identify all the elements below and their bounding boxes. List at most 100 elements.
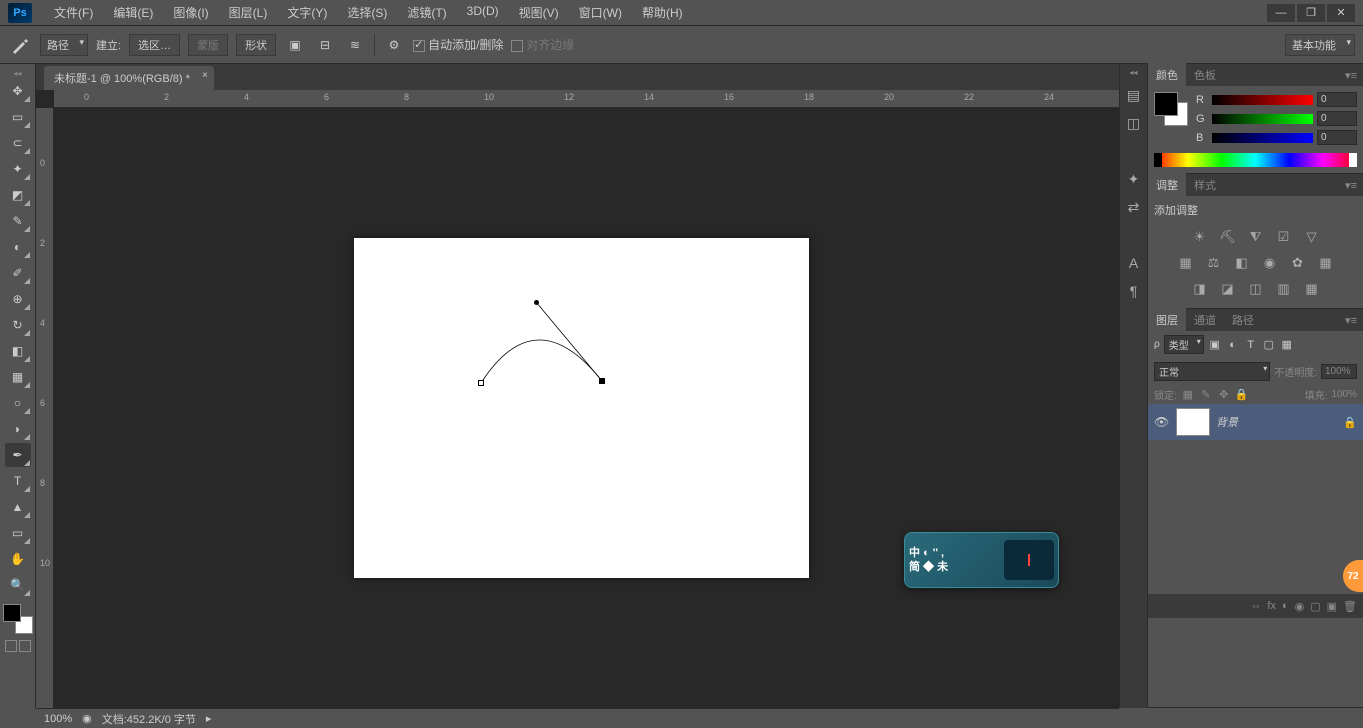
ruler-vertical[interactable]: 0246810 (36, 108, 54, 708)
zoom-level[interactable]: 100% (44, 713, 72, 725)
shape-button[interactable]: 形状 (236, 34, 276, 56)
layer-thumbnail[interactable] (1176, 408, 1210, 436)
canvas-area[interactable]: 中 ◐ '' ,简 ◆ 未 (54, 108, 1119, 708)
blend-mode-dropdown[interactable]: 正常 (1154, 362, 1270, 381)
heal-tool[interactable]: ◐ (5, 235, 31, 259)
panel-menu-icon[interactable]: ▾≡ (1339, 69, 1363, 82)
properties-dock-icon[interactable]: ◫ (1124, 113, 1144, 133)
history-brush-tool[interactable]: ↻ (5, 313, 31, 337)
preview-icon[interactable]: ◉ (82, 712, 92, 725)
group-icon[interactable]: ▢ (1310, 600, 1320, 613)
lookup-icon[interactable]: ▦ (1316, 254, 1336, 272)
tab-close-icon[interactable]: × (202, 70, 208, 81)
trash-icon[interactable]: 🗑 (1343, 600, 1357, 613)
menu-item[interactable]: 窗口(W) (569, 4, 632, 21)
selection-button[interactable]: 选区… (129, 34, 180, 56)
lock-pixel-icon[interactable]: ✎ (1199, 388, 1213, 402)
menu-item[interactable]: 3D(D) (457, 4, 509, 21)
new-layer-icon[interactable]: ▣ (1327, 600, 1337, 613)
menu-item[interactable]: 视图(V) (509, 4, 569, 21)
spectrum-bar[interactable] (1154, 153, 1357, 167)
maximize-button[interactable]: ❐ (1297, 4, 1325, 22)
mask-icon[interactable]: ◐ (1282, 600, 1289, 612)
stamp-tool[interactable]: ⊕ (5, 287, 31, 311)
close-button[interactable]: ✕ (1327, 4, 1355, 22)
filter-type-dropdown[interactable]: 类型 (1164, 335, 1204, 354)
ruler-horizontal[interactable]: 024681012141618202224 (54, 90, 1119, 108)
styles-tab[interactable]: 样式 (1186, 173, 1224, 197)
quickmask-mode[interactable] (19, 640, 31, 652)
eyedropper-tool[interactable]: ✎ (5, 209, 31, 233)
anchor-point[interactable] (478, 380, 484, 386)
r-slider[interactable] (1212, 95, 1313, 105)
hand-tool[interactable]: ✋ (5, 547, 31, 571)
visibility-icon[interactable]: 👁 (1154, 415, 1170, 429)
wand-tool[interactable]: ✦ (5, 157, 31, 181)
canvas[interactable] (354, 238, 809, 578)
b-input[interactable]: 0 (1317, 130, 1357, 145)
panel-menu-icon[interactable]: ▾≡ (1339, 314, 1363, 327)
type-tool[interactable]: T (5, 469, 31, 493)
type-dock-icon[interactable]: A (1124, 253, 1144, 273)
menu-item[interactable]: 帮助(H) (632, 4, 693, 21)
paragraph-dock-icon[interactable]: ⇄ (1124, 197, 1144, 217)
eraser-tool[interactable]: ◧ (5, 339, 31, 363)
mask-button[interactable]: 蒙版 (188, 34, 228, 56)
menu-item[interactable]: 图层(L) (219, 4, 278, 21)
path-align-icon[interactable]: ⊟ (314, 34, 336, 56)
path-combine-icon[interactable]: ▣ (284, 34, 306, 56)
para-dock-icon[interactable]: ¶ (1124, 281, 1144, 301)
filter-pixel-icon[interactable]: ▣ (1208, 338, 1222, 352)
threshold-icon[interactable]: ◫ (1246, 280, 1266, 298)
path-arrange-icon[interactable]: ≋ (344, 34, 366, 56)
posterize-icon[interactable]: ◪ (1218, 280, 1238, 298)
menu-item[interactable]: 选择(S) (337, 4, 397, 21)
channels-tab[interactable]: 通道 (1186, 308, 1224, 332)
auto-add-checkbox[interactable]: 自动添加/删除 (413, 36, 503, 53)
anchor-point-selected[interactable] (599, 378, 605, 384)
filter-adjust-icon[interactable]: ◐ (1226, 338, 1240, 352)
lasso-tool[interactable]: ⊂ (5, 131, 31, 155)
link-layers-icon[interactable]: ⇔ (1250, 600, 1261, 612)
toolbox-collapse[interactable]: ◂◂ (0, 68, 35, 78)
adjustments-tab[interactable]: 调整 (1148, 173, 1186, 197)
path-select-tool[interactable]: ▲ (5, 495, 31, 519)
menu-item[interactable]: 图像(I) (163, 4, 218, 21)
brush-tool[interactable]: ✐ (5, 261, 31, 285)
workspace-dropdown[interactable]: 基本功能 (1285, 34, 1355, 56)
brightness-icon[interactable]: ☀ (1190, 228, 1210, 246)
swatches-tab[interactable]: 色板 (1186, 63, 1224, 87)
hue-icon[interactable]: ▦ (1176, 254, 1196, 272)
curves-icon[interactable]: ⧨ (1246, 228, 1266, 246)
layer-name[interactable]: 背景 (1216, 414, 1337, 430)
info-arrow-icon[interactable]: ▸ (206, 712, 212, 725)
standard-mode[interactable] (5, 640, 17, 652)
r-input[interactable]: 0 (1317, 92, 1357, 107)
levels-icon[interactable]: ⛏ (1218, 228, 1238, 246)
filter-shape-icon[interactable]: ▢ (1262, 338, 1276, 352)
layer-row[interactable]: 👁 背景 🔒 (1148, 404, 1363, 440)
control-handle[interactable] (534, 300, 539, 305)
fill-layer-icon[interactable]: ◉ (1295, 600, 1305, 613)
photo-filter-icon[interactable]: ◉ (1260, 254, 1280, 272)
doc-info[interactable]: 文档:452.2K/0 字节 (102, 711, 196, 727)
blur-tool[interactable]: ○ (5, 391, 31, 415)
gradient-tool[interactable]: ▦ (5, 365, 31, 389)
mixer-icon[interactable]: ✿ (1288, 254, 1308, 272)
fill-input[interactable]: 100% (1331, 389, 1357, 400)
marquee-tool[interactable]: ▭ (5, 105, 31, 129)
pen-tool[interactable]: ✒ (5, 443, 31, 467)
selective-icon[interactable]: ▦ (1302, 280, 1322, 298)
filter-smart-icon[interactable]: ▦ (1280, 338, 1294, 352)
opacity-input[interactable]: 100% (1321, 364, 1357, 379)
menu-item[interactable]: 文件(F) (44, 4, 103, 21)
b-slider[interactable] (1212, 133, 1313, 143)
zoom-tool[interactable]: 🔍 (5, 573, 31, 597)
dock-collapse[interactable]: ◂◂ (1129, 68, 1137, 77)
panel-menu-icon[interactable]: ▾≡ (1339, 179, 1363, 192)
g-input[interactable]: 0 (1317, 111, 1357, 126)
gradient-map-icon[interactable]: ▥ (1274, 280, 1294, 298)
lock-all-icon[interactable]: 🔒 (1235, 388, 1249, 402)
color-swatches[interactable] (3, 604, 33, 634)
document-tab[interactable]: 未标题-1 @ 100%(RGB/8) *× (44, 66, 214, 90)
